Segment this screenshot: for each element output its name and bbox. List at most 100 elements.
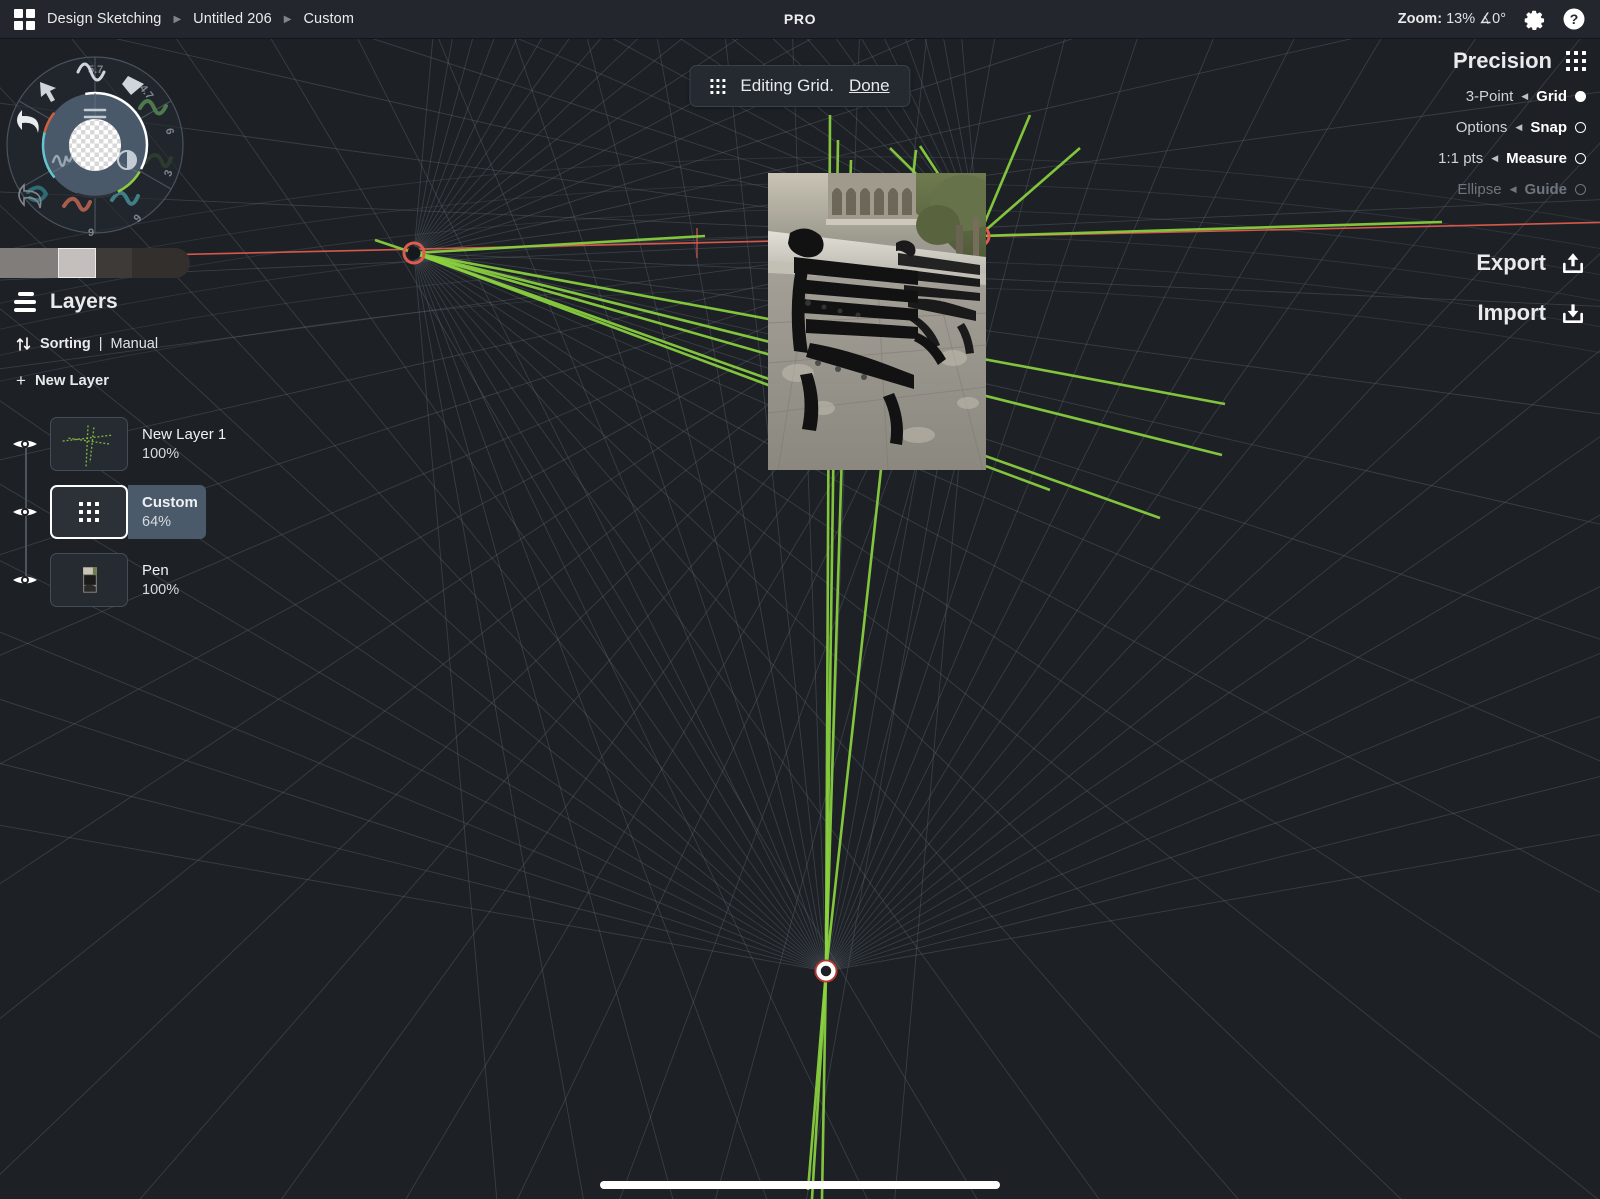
visibility-toggle-1[interactable] <box>0 504 50 520</box>
layer-name-0: New Layer 1 <box>142 426 227 443</box>
swatch-bar-cap <box>168 248 190 278</box>
svg-text:?: ? <box>1570 11 1579 27</box>
layer-opacity-0: 100% <box>142 446 180 462</box>
swatch-0[interactable] <box>0 248 58 278</box>
layer-opacity-1: 64% <box>142 514 172 530</box>
wheel-label-5: 9 <box>88 227 94 239</box>
precision-option-measure[interactable]: Measure <box>1506 150 1567 167</box>
visibility-toggle-0[interactable] <box>0 436 50 452</box>
reference-photo-layer[interactable] <box>768 173 986 470</box>
layer-opacity-2: 100% <box>142 582 180 598</box>
photo-thumb <box>83 567 97 593</box>
chevron-left-icon: ◀ <box>1509 184 1517 194</box>
swatch-1-selected[interactable] <box>58 248 96 278</box>
radio-snap[interactable] <box>1575 122 1586 133</box>
breadcrumb-separator: ▶ <box>173 13 182 25</box>
layer-meta-1: Custom 64% <box>128 485 198 539</box>
grid-dots-thumb <box>79 502 99 522</box>
new-layer-button[interactable]: + New Layer <box>0 366 240 396</box>
editing-grid-message: Editing Grid. <box>740 76 834 95</box>
layers-panel: Layers Sorting | Manual + New Layer New … <box>0 284 240 614</box>
swatch-3[interactable] <box>132 248 168 278</box>
layers-title: Layers <box>50 290 118 313</box>
eye-icon <box>13 576 37 584</box>
eye-icon <box>13 508 37 516</box>
breadcrumb-separator: ▶ <box>283 13 292 25</box>
chevron-left-icon: ◀ <box>1521 91 1529 101</box>
download-icon <box>1563 304 1583 323</box>
export-button[interactable]: Export <box>1476 250 1586 276</box>
import-label: Import <box>1477 300 1546 325</box>
zoom-label-prefix: Zoom: <box>1397 11 1443 27</box>
layers-header[interactable]: Layers <box>0 284 240 320</box>
precision-row-grid[interactable]: 3-Point ◀ Grid <box>1438 88 1586 105</box>
precision-title: Precision <box>1452 48 1552 73</box>
breadcrumb-item-document[interactable]: Untitled 206 <box>193 11 272 27</box>
layer-row-pen[interactable]: Pen 100% <box>0 546 240 614</box>
new-layer-label: New Layer <box>34 373 109 389</box>
gear-icon[interactable] <box>1522 7 1546 31</box>
io-actions: Export Import <box>1476 250 1586 350</box>
layer-name-2: Pen <box>142 562 169 579</box>
sorting-control[interactable]: Sorting | Manual <box>0 328 240 360</box>
layer-meta-0: New Layer 1 100% <box>128 417 226 471</box>
radio-guide[interactable] <box>1575 184 1586 195</box>
done-button[interactable]: Done <box>849 76 890 96</box>
precision-mode-ratio[interactable]: 1:1 pts <box>1438 150 1483 167</box>
precision-mode-options[interactable]: Options <box>1456 119 1508 136</box>
precision-option-guide[interactable]: Guide <box>1524 181 1567 198</box>
sorting-separator: | <box>98 336 103 352</box>
precision-mode-ellipse[interactable]: Ellipse <box>1457 181 1501 198</box>
sketch-lines-thumb <box>62 425 112 467</box>
plus-icon: + <box>16 371 26 390</box>
precision-row-snap[interactable]: Options ◀ Snap <box>1438 119 1586 136</box>
precision-row-guide[interactable]: Ellipse ◀ Guide <box>1438 181 1586 198</box>
layer-name-1: Custom <box>142 494 198 511</box>
reference-photo-park-benches <box>768 173 986 470</box>
apps-grid-icon[interactable] <box>14 8 35 30</box>
layers-stack-icon <box>14 292 38 312</box>
import-button[interactable]: Import <box>1476 300 1586 326</box>
layer-row-custom[interactable]: Custom 64% <box>0 478 240 546</box>
precision-title-row: Precision <box>1438 48 1586 74</box>
brush-tool-wheel[interactable]: 5.7 4.7 6 3 9 9 <box>0 40 230 255</box>
chevron-left-icon: ◀ <box>1491 153 1499 163</box>
radio-grid[interactable] <box>1575 91 1586 102</box>
sorting-label: Sorting <box>40 336 91 352</box>
swatch-2[interactable] <box>96 248 132 278</box>
sorting-mode[interactable]: Manual <box>111 336 159 352</box>
upload-icon <box>1563 253 1583 273</box>
grid-dots-icon[interactable] <box>1566 51 1586 71</box>
precision-panel: Precision 3-Point ◀ Grid Options ◀ Snap … <box>1438 48 1586 212</box>
visibility-toggle-2[interactable] <box>0 572 50 588</box>
layer-row-new-layer-1[interactable]: New Layer 1 100% <box>0 410 240 478</box>
sort-arrows-icon <box>16 337 31 351</box>
breadcrumb-item-app[interactable]: Design Sketching <box>47 11 161 27</box>
layer-thumbnail-photo[interactable] <box>50 553 128 607</box>
zoom-value: 13% <box>1446 11 1476 27</box>
precision-row-measure[interactable]: 1:1 pts ◀ Measure <box>1438 150 1586 167</box>
angle-value: ∡0° <box>1479 11 1506 27</box>
export-label: Export <box>1476 250 1546 275</box>
color-swatch-bar[interactable] <box>0 248 190 278</box>
chevron-left-icon: ◀ <box>1515 122 1523 132</box>
transparent-swatch-icon <box>69 119 121 171</box>
home-indicator-bar <box>600 1181 1000 1189</box>
radio-measure[interactable] <box>1575 153 1586 164</box>
eye-icon <box>13 440 37 448</box>
zoom-indicator[interactable]: Zoom: 13% ∡0° <box>1398 11 1506 27</box>
top-bar: Design Sketching ▶ Untitled 206 ▶ Custom… <box>0 0 1600 39</box>
layer-meta-2: Pen 100% <box>128 553 179 607</box>
layer-thumbnail-grid[interactable] <box>50 485 128 539</box>
grid-dots-icon <box>710 78 726 94</box>
help-icon[interactable]: ? <box>1562 7 1586 31</box>
precision-mode-3-point[interactable]: 3-Point <box>1466 88 1514 105</box>
editing-grid-toolbar[interactable]: Editing Grid. Done <box>689 65 911 107</box>
breadcrumb-item-layer[interactable]: Custom <box>303 11 354 27</box>
layer-thumbnail-sketch[interactable] <box>50 417 128 471</box>
breadcrumb: Design Sketching ▶ Untitled 206 ▶ Custom <box>0 8 354 30</box>
precision-option-snap[interactable]: Snap <box>1530 119 1567 136</box>
layer-list: New Layer 1 100% Custom 64% Pen 100% <box>0 410 240 614</box>
precision-option-grid[interactable]: Grid <box>1536 88 1567 105</box>
wheel-inner-ring[interactable] <box>41 91 149 199</box>
